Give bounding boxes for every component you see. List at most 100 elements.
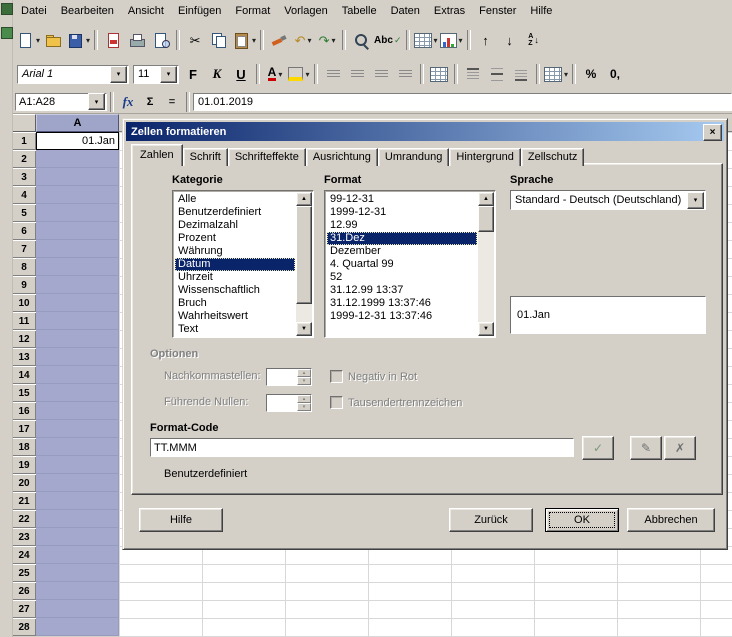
list-item[interactable]: Bruch (175, 297, 295, 310)
ok-button[interactable]: OK (545, 508, 619, 532)
chevron-down-icon[interactable]: ▾ (305, 70, 309, 79)
menu-hilfe[interactable]: Hilfe (523, 2, 559, 20)
column-header-a[interactable]: A (36, 114, 119, 132)
align-left-icon[interactable] (322, 63, 344, 85)
align-top-icon[interactable] (462, 63, 484, 85)
tab-hintergrund[interactable]: Hintergrund (449, 148, 520, 166)
selected-cell[interactable] (36, 438, 119, 456)
left-toolbar-icon[interactable] (1, 27, 13, 39)
highlight-color-button[interactable]: ▾ (288, 63, 310, 85)
font-name-select[interactable]: Arial 1 ▾ (17, 65, 129, 84)
clone-formatting-icon[interactable] (268, 29, 290, 51)
row-header[interactable]: 10 (12, 294, 36, 312)
selected-cell[interactable] (36, 582, 119, 600)
row-header[interactable]: 26 (12, 582, 36, 600)
bold-button[interactable]: F (182, 63, 204, 85)
list-item[interactable]: Uhrzeit (175, 271, 295, 284)
close-icon[interactable]: × (703, 124, 722, 141)
dialog-titlebar[interactable]: Zellen formatieren × (126, 122, 724, 141)
find-replace-icon[interactable] (350, 29, 372, 51)
row-header[interactable]: 15 (12, 384, 36, 402)
row-header[interactable]: 17 (12, 420, 36, 438)
row-header[interactable]: 16 (12, 402, 36, 420)
insert-chart-icon[interactable]: ▾ (440, 29, 463, 51)
category-list[interactable]: AlleBenutzerdefiniertDezimalzahlProzentW… (172, 190, 314, 338)
row-header[interactable]: 5 (12, 204, 36, 222)
chevron-down-icon[interactable]: ▾ (252, 36, 256, 45)
copy-icon[interactable] (208, 29, 230, 51)
help-button[interactable]: Hilfe (139, 508, 223, 532)
align-bottom-icon[interactable] (510, 63, 532, 85)
row-header[interactable]: 22 (12, 510, 36, 528)
font-color-button[interactable]: A ▾ (264, 63, 286, 85)
sort-ascending-icon[interactable]: ↑ (475, 29, 497, 51)
list-item[interactable]: Alle (175, 193, 295, 206)
formula-input[interactable]: 01.01.2019 (193, 93, 732, 111)
selected-cell[interactable] (36, 330, 119, 348)
paste-icon[interactable]: ▾ (232, 29, 256, 51)
chevron-down-icon[interactable]: ▾ (331, 36, 335, 45)
format-code-input[interactable]: TT.MMM (150, 438, 574, 457)
row-header[interactable]: 23 (12, 528, 36, 546)
open-icon[interactable] (42, 29, 64, 51)
sort-descending-icon[interactable]: ↓ (499, 29, 521, 51)
active-cell[interactable]: 01.Jan (36, 132, 119, 150)
name-box[interactable]: A1:A28 ▾ (15, 93, 107, 111)
cut-icon[interactable]: ✂ (184, 29, 206, 51)
row-header[interactable]: 21 (12, 492, 36, 510)
row-header[interactable]: 7 (12, 240, 36, 258)
row-header[interactable]: 9 (12, 276, 36, 294)
list-item[interactable]: 31.12.1999 13:37:46 (327, 297, 477, 310)
tab-zellschutz[interactable]: Zellschutz (521, 148, 585, 166)
number-format-icon[interactable]: 0, (604, 63, 626, 85)
row-header[interactable]: 19 (12, 456, 36, 474)
menu-fenster[interactable]: Fenster (472, 2, 523, 20)
format-scrollbar[interactable]: ▲ ▼ (478, 192, 494, 336)
list-item[interactable]: 12.99 (327, 219, 477, 232)
align-justify-icon[interactable] (394, 63, 416, 85)
list-item[interactable]: 31.12.99 13:37 (327, 284, 477, 297)
cancel-button[interactable]: Abbrechen (627, 508, 715, 532)
print-preview-icon[interactable] (150, 29, 172, 51)
chevron-down-icon[interactable]: ▾ (459, 36, 463, 45)
row-header[interactable]: 12 (12, 330, 36, 348)
save-icon[interactable]: ▾ (66, 29, 90, 51)
export-pdf-icon[interactable] (102, 29, 124, 51)
scroll-down-icon[interactable]: ▼ (296, 322, 312, 336)
chevron-down-icon[interactable]: ▾ (278, 70, 282, 79)
scrollbar-thumb[interactable] (478, 206, 494, 232)
tab-schrifteffekte[interactable]: Schrifteffekte (228, 148, 306, 166)
row-header[interactable]: 18 (12, 438, 36, 456)
selected-cell[interactable] (36, 222, 119, 240)
selected-cell[interactable] (36, 510, 119, 528)
selected-cell[interactable] (36, 240, 119, 258)
row-header[interactable]: 8 (12, 258, 36, 276)
list-item[interactable]: Dezember (327, 245, 477, 258)
row-header[interactable]: 11 (12, 312, 36, 330)
menu-einf-gen[interactable]: Einfügen (171, 2, 228, 20)
row-header[interactable]: 6 (12, 222, 36, 240)
row-header[interactable]: 14 (12, 366, 36, 384)
list-item[interactable]: 1999-12-31 (327, 206, 477, 219)
back-button[interactable]: Zurück (449, 508, 533, 532)
list-item[interactable]: Währung (175, 245, 295, 258)
selected-cell[interactable] (36, 348, 119, 366)
sort-az-icon[interactable]: AZ↓ (523, 29, 545, 51)
selected-cell[interactable] (36, 492, 119, 510)
selected-cell[interactable] (36, 204, 119, 222)
scroll-down-icon[interactable]: ▼ (478, 322, 494, 336)
undo-icon[interactable]: ↶▾ (292, 29, 314, 51)
chevron-down-icon[interactable]: ▾ (687, 192, 704, 209)
selected-cell[interactable] (36, 258, 119, 276)
selected-cell[interactable] (36, 456, 119, 474)
font-size-select[interactable]: 11 ▾ (133, 65, 179, 84)
select-all-corner[interactable] (12, 114, 36, 132)
selected-cell[interactable] (36, 474, 119, 492)
selected-cell[interactable] (36, 564, 119, 582)
tab-umrandung[interactable]: Umrandung (378, 148, 449, 166)
chevron-down-icon[interactable]: ▾ (564, 70, 568, 79)
formula-button[interactable]: = (162, 93, 182, 111)
menu-bearbeiten[interactable]: Bearbeiten (54, 2, 121, 20)
scrollbar-thumb[interactable] (296, 206, 312, 304)
insert-table-icon[interactable]: ▾ (414, 29, 438, 51)
